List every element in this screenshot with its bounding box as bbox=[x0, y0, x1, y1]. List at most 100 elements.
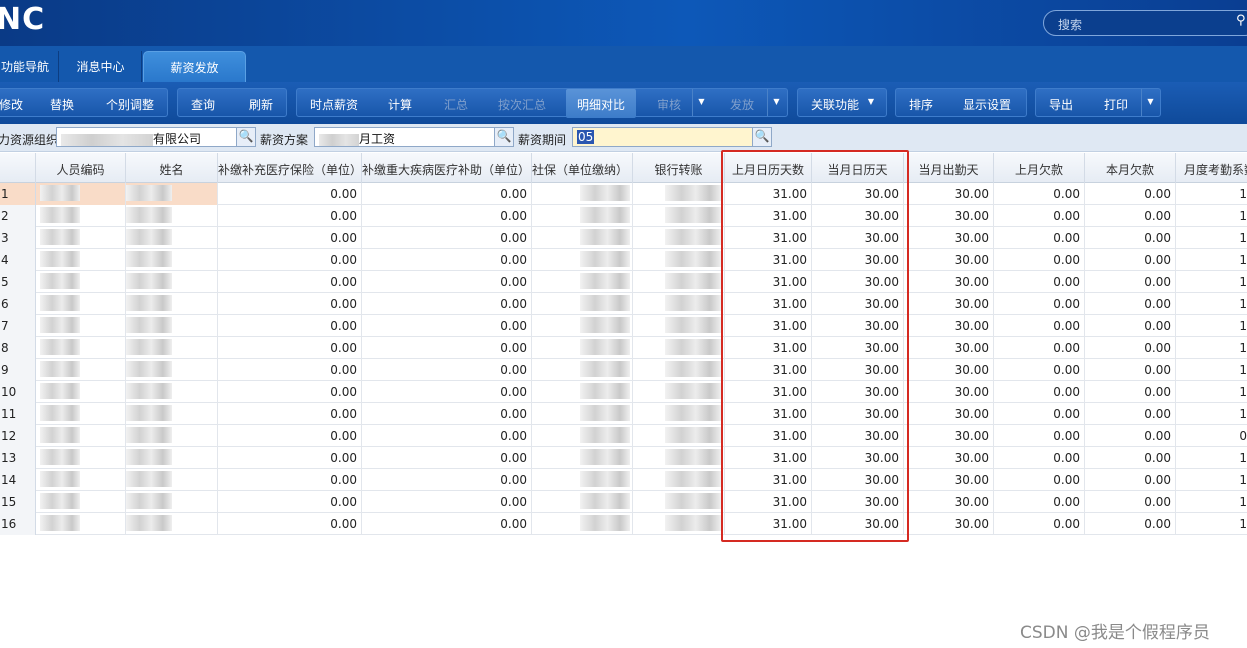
org-search-icon[interactable]: 🔍 bbox=[236, 127, 256, 147]
redacted-cell[interactable] bbox=[36, 271, 126, 293]
detail-compare-button[interactable]: 明细对比 bbox=[566, 89, 636, 118]
table-cell[interactable]: 0.00 bbox=[362, 183, 532, 205]
summary-button[interactable]: 汇总 bbox=[434, 89, 478, 118]
redacted-cell[interactable] bbox=[36, 183, 126, 205]
search-input[interactable]: 搜索 bbox=[1043, 10, 1247, 36]
redacted-cell[interactable] bbox=[532, 183, 633, 205]
col-header-supp-medical[interactable]: 补缴补充医疗保险（单位） bbox=[218, 153, 362, 183]
table-cell[interactable]: 0.00 bbox=[362, 491, 532, 513]
table-cell[interactable]: 0.00 bbox=[218, 183, 362, 205]
period-search-icon[interactable]: 🔍 bbox=[752, 127, 772, 147]
table-cell[interactable]: 0.00 bbox=[362, 359, 532, 381]
table-cell[interactable]: 1 bbox=[1176, 337, 1247, 359]
table-cell[interactable]: 30.00 bbox=[904, 447, 994, 469]
table-row[interactable]: 15 0.00 0.00 31.00 30.00 30.00 0.00 0.00 1 bbox=[0, 491, 1247, 513]
redacted-cell[interactable] bbox=[126, 491, 218, 513]
redacted-cell[interactable] bbox=[532, 271, 633, 293]
plan-search-icon[interactable]: 🔍 bbox=[494, 127, 514, 147]
table-cell[interactable]: 0.00 bbox=[218, 315, 362, 337]
redacted-cell[interactable] bbox=[126, 359, 218, 381]
redacted-cell[interactable] bbox=[633, 205, 725, 227]
table-row[interactable]: 11 0.00 0.00 31.00 30.00 30.00 0.00 0.00 1 bbox=[0, 403, 1247, 425]
table-cell[interactable]: 30.00 bbox=[904, 205, 994, 227]
linked-functions-button[interactable]: 关联功能 bbox=[804, 89, 866, 118]
hourly-salary-button[interactable]: 时点薪资 bbox=[302, 89, 366, 118]
table-cell[interactable]: 0.00 bbox=[1085, 183, 1176, 205]
redacted-cell[interactable] bbox=[126, 271, 218, 293]
table-cell[interactable]: 0.00 bbox=[362, 271, 532, 293]
table-cell[interactable]: 0.00 bbox=[994, 447, 1085, 469]
individual-adjust-button[interactable]: 个别调整 bbox=[98, 89, 162, 118]
table-cell[interactable]: 0.00 bbox=[218, 205, 362, 227]
calculate-button[interactable]: 计算 bbox=[378, 89, 422, 118]
redacted-cell[interactable] bbox=[532, 425, 633, 447]
table-cell[interactable]: 1 bbox=[1176, 183, 1247, 205]
table-cell[interactable]: 1 bbox=[1176, 403, 1247, 425]
col-header-major-illness[interactable]: 补缴重大疾病医疗补助（单位） bbox=[362, 153, 532, 183]
redacted-cell[interactable] bbox=[36, 381, 126, 403]
redacted-cell[interactable] bbox=[126, 425, 218, 447]
table-cell[interactable]: 0.00 bbox=[1085, 227, 1176, 249]
period-field[interactable]: 05 bbox=[572, 127, 753, 147]
table-cell[interactable]: 0.00 bbox=[994, 381, 1085, 403]
table-row[interactable]: 13 0.00 0.00 31.00 30.00 30.00 0.00 0.00 1 bbox=[0, 447, 1247, 469]
table-row[interactable]: 3 0.00 0.00 31.00 30.00 30.00 0.00 0.00 1 bbox=[0, 227, 1247, 249]
redacted-cell[interactable] bbox=[36, 227, 126, 249]
table-cell[interactable]: 0.00 bbox=[994, 205, 1085, 227]
table-row[interactable]: 12 0.00 0.00 31.00 30.00 30.00 0.00 0.00 0 bbox=[0, 425, 1247, 447]
redacted-cell[interactable] bbox=[36, 205, 126, 227]
redacted-cell[interactable] bbox=[633, 491, 725, 513]
redacted-cell[interactable] bbox=[633, 293, 725, 315]
redacted-cell[interactable] bbox=[633, 337, 725, 359]
table-cell[interactable]: 0.00 bbox=[994, 315, 1085, 337]
redacted-cell[interactable] bbox=[126, 227, 218, 249]
col-header-social-security[interactable]: 社保（单位缴纳） bbox=[532, 153, 633, 183]
table-cell[interactable]: 0.00 bbox=[1085, 513, 1176, 535]
redacted-cell[interactable] bbox=[532, 513, 633, 535]
table-cell[interactable]: 30.00 bbox=[904, 183, 994, 205]
table-row[interactable]: 9 0.00 0.00 31.00 30.00 30.00 0.00 0.00 1 bbox=[0, 359, 1247, 381]
redacted-cell[interactable] bbox=[36, 491, 126, 513]
redacted-cell[interactable] bbox=[532, 227, 633, 249]
table-cell[interactable]: 1 bbox=[1176, 469, 1247, 491]
redacted-cell[interactable] bbox=[532, 403, 633, 425]
release-dropdown-icon[interactable]: ▼ bbox=[767, 89, 785, 116]
print-button[interactable]: 打印 bbox=[1094, 89, 1138, 118]
table-cell[interactable]: 30.00 bbox=[904, 271, 994, 293]
redacted-cell[interactable] bbox=[126, 293, 218, 315]
redacted-cell[interactable] bbox=[126, 249, 218, 271]
table-cell[interactable]: 1 bbox=[1176, 205, 1247, 227]
redacted-cell[interactable] bbox=[633, 249, 725, 271]
redacted-cell[interactable] bbox=[633, 381, 725, 403]
table-row[interactable]: 10 0.00 0.00 31.00 30.00 30.00 0.00 0.00 1 bbox=[0, 381, 1247, 403]
table-cell[interactable]: 30.00 bbox=[904, 513, 994, 535]
table-cell[interactable]: 30.00 bbox=[904, 469, 994, 491]
display-settings-button[interactable]: 显示设置 bbox=[954, 89, 1020, 118]
table-cell[interactable]: 0.00 bbox=[218, 359, 362, 381]
redacted-cell[interactable] bbox=[633, 183, 725, 205]
redacted-cell[interactable] bbox=[126, 469, 218, 491]
table-cell[interactable]: 1 bbox=[1176, 491, 1247, 513]
refresh-button[interactable]: 刷新 bbox=[240, 89, 282, 118]
redacted-cell[interactable] bbox=[126, 205, 218, 227]
table-cell[interactable]: 1 bbox=[1176, 381, 1247, 403]
table-row[interactable]: 1 0.00 0.00 31.00 30.00 30.00 0.00 0.00 1 bbox=[0, 183, 1247, 205]
table-cell[interactable]: 0.00 bbox=[994, 403, 1085, 425]
table-cell[interactable]: 0.00 bbox=[1085, 491, 1176, 513]
redacted-cell[interactable] bbox=[532, 337, 633, 359]
redacted-cell[interactable] bbox=[633, 271, 725, 293]
table-row[interactable]: 8 0.00 0.00 31.00 30.00 30.00 0.00 0.00 1 bbox=[0, 337, 1247, 359]
table-cell[interactable]: 1 bbox=[1176, 249, 1247, 271]
table-cell[interactable]: 0.00 bbox=[218, 491, 362, 513]
table-cell[interactable]: 0.00 bbox=[362, 205, 532, 227]
search-icon[interactable]: ⚲ bbox=[1236, 13, 1246, 28]
redacted-cell[interactable] bbox=[633, 315, 725, 337]
tab-message-center[interactable]: 消息中心 bbox=[60, 51, 142, 82]
table-cell[interactable]: 0.00 bbox=[1085, 359, 1176, 381]
table-cell[interactable]: 0 bbox=[1176, 425, 1247, 447]
table-cell[interactable]: 0.00 bbox=[994, 271, 1085, 293]
table-row[interactable]: 2 0.00 0.00 31.00 30.00 30.00 0.00 0.00 1 bbox=[0, 205, 1247, 227]
table-cell[interactable]: 30.00 bbox=[904, 359, 994, 381]
redacted-cell[interactable] bbox=[532, 315, 633, 337]
table-cell[interactable]: 0.00 bbox=[1085, 315, 1176, 337]
